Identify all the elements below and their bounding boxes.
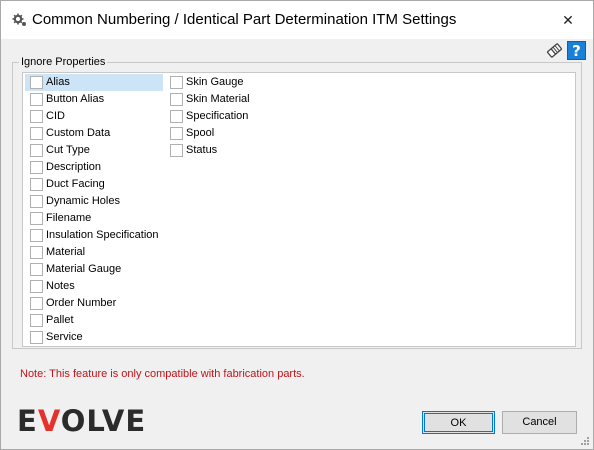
property-list-item[interactable]: Duct Facing xyxy=(25,176,163,193)
property-list-item[interactable]: Description xyxy=(25,159,163,176)
property-checkbox[interactable] xyxy=(30,178,43,191)
logo-suffix: OLVE xyxy=(60,404,147,438)
ok-button[interactable]: OK xyxy=(422,411,495,434)
gear-icon xyxy=(12,13,26,26)
property-label: Dynamic Holes xyxy=(46,195,120,207)
property-checkbox[interactable] xyxy=(170,110,183,123)
property-list-item[interactable]: Skin Material xyxy=(165,91,303,108)
property-list-item[interactable]: Order Number xyxy=(25,295,163,312)
property-label: Duct Facing xyxy=(46,178,105,190)
compatibility-note: Note: This feature is only compatible wi… xyxy=(20,368,305,380)
property-label: Skin Material xyxy=(186,93,250,105)
property-label: Skin Gauge xyxy=(186,76,244,88)
property-label: Service xyxy=(46,331,83,343)
property-checkbox[interactable] xyxy=(170,93,183,106)
property-checkbox[interactable] xyxy=(30,246,43,259)
property-checkbox[interactable] xyxy=(170,76,183,89)
property-label: Pallet xyxy=(46,314,74,326)
property-checkbox[interactable] xyxy=(30,331,43,344)
property-checkbox[interactable] xyxy=(30,76,43,89)
property-label: Insulation Specification xyxy=(46,229,159,241)
property-list-item[interactable]: Cut Type xyxy=(25,142,163,159)
property-label: Alias xyxy=(46,76,70,88)
property-label: Specification xyxy=(186,110,249,122)
property-label: CID xyxy=(46,110,65,122)
property-list-item[interactable]: Skin Gauge xyxy=(165,74,303,91)
close-icon: ✕ xyxy=(562,12,574,28)
property-list-item[interactable]: Spool xyxy=(165,125,303,142)
property-checkbox[interactable] xyxy=(30,144,43,157)
help-button[interactable]: ? xyxy=(567,41,586,60)
property-label: Status xyxy=(186,144,218,156)
logo-prefix: E xyxy=(17,404,38,438)
property-label: Material Gauge xyxy=(46,263,122,275)
window-title: Common Numbering / Identical Part Determ… xyxy=(32,11,457,28)
group-legend: Ignore Properties xyxy=(19,56,108,68)
property-checkbox[interactable] xyxy=(30,297,43,310)
property-checkbox[interactable] xyxy=(30,314,43,327)
property-list-item[interactable]: Status xyxy=(165,142,303,159)
resize-grip-icon[interactable] xyxy=(580,436,590,446)
logo-accent: V xyxy=(37,404,61,438)
property-list-item[interactable]: Material Gauge xyxy=(25,261,163,278)
property-label: Filename xyxy=(46,212,92,224)
property-list-item[interactable]: Custom Data xyxy=(25,125,163,142)
property-list-item[interactable]: Pallet xyxy=(25,312,163,329)
property-list-item[interactable]: Alias xyxy=(25,74,163,91)
property-list-item[interactable]: Filename xyxy=(25,210,163,227)
property-checkbox[interactable] xyxy=(170,144,183,157)
property-label: Description xyxy=(46,161,102,173)
property-checkbox[interactable] xyxy=(30,212,43,225)
property-label: Cut Type xyxy=(46,144,90,156)
property-label: Custom Data xyxy=(46,127,111,139)
property-checkbox[interactable] xyxy=(30,195,43,208)
property-checkbox[interactable] xyxy=(30,127,43,140)
property-list-item[interactable]: Notes xyxy=(25,278,163,295)
property-label: Notes xyxy=(46,280,75,292)
close-button[interactable]: ✕ xyxy=(553,7,583,33)
property-checkbox[interactable] xyxy=(30,263,43,276)
eraser-icon[interactable] xyxy=(545,41,564,60)
property-checkbox[interactable] xyxy=(30,280,43,293)
ignore-properties-list[interactable]: Alias Button Alias CID Custom Data Cut Type D… xyxy=(22,72,576,347)
property-checkbox[interactable] xyxy=(30,229,43,242)
property-label: Material xyxy=(46,246,86,258)
ok-button-label: OK xyxy=(424,413,493,432)
cancel-button[interactable]: Cancel xyxy=(502,411,577,434)
title-bar: Common Numbering / Identical Part Determ… xyxy=(1,1,593,39)
property-list-item[interactable]: Service xyxy=(25,329,163,346)
property-checkbox[interactable] xyxy=(30,93,43,106)
dialog-window: Common Numbering / Identical Part Determ… xyxy=(0,0,594,450)
property-list-item[interactable]: Dynamic Holes xyxy=(25,193,163,210)
property-list-item[interactable]: Insulation Specification xyxy=(25,227,163,244)
property-label: Spool xyxy=(186,127,215,139)
property-list-item[interactable]: Material xyxy=(25,244,163,261)
toolbar: ? xyxy=(545,41,587,61)
property-label: Button Alias xyxy=(46,93,105,105)
property-list-item[interactable]: CID xyxy=(25,108,163,125)
property-checkbox[interactable] xyxy=(30,110,43,123)
property-checkbox[interactable] xyxy=(30,161,43,174)
property-checkbox[interactable] xyxy=(170,127,183,140)
evolve-logo: EVOLVE xyxy=(17,405,146,437)
property-label: Order Number xyxy=(46,297,117,309)
property-list-item[interactable]: Specification xyxy=(165,108,303,125)
property-list-item[interactable]: Button Alias xyxy=(25,91,163,108)
